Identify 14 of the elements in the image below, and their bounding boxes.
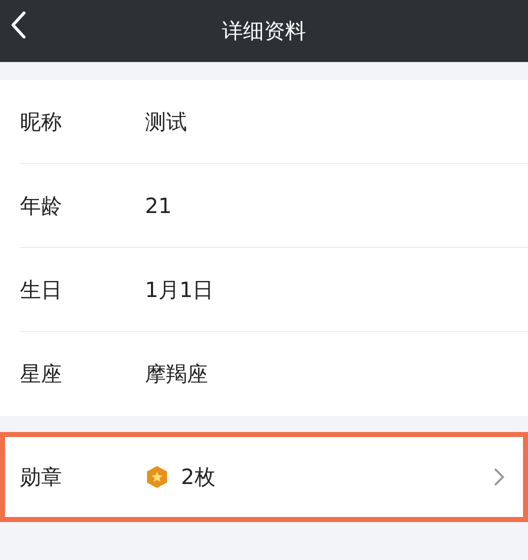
field-value: 1月1日 <box>145 276 214 304</box>
field-label: 昵称 <box>20 108 63 136</box>
medal-row[interactable]: 勋章 2枚 <box>0 432 528 522</box>
medal-icon <box>145 465 169 489</box>
field-label: 年龄 <box>20 192 63 220</box>
field-label: 生日 <box>20 276 63 304</box>
medal-label: 勋章 <box>20 464 63 491</box>
field-value: 摩羯座 <box>145 361 208 388</box>
chevron-right-icon <box>493 467 505 487</box>
field-value: 21 <box>145 194 172 218</box>
medal-count: 2枚 <box>181 464 216 491</box>
field-value: 测试 <box>145 108 187 136</box>
page-title: 详细资料 <box>222 18 306 45</box>
field-label: 星座 <box>20 361 63 388</box>
